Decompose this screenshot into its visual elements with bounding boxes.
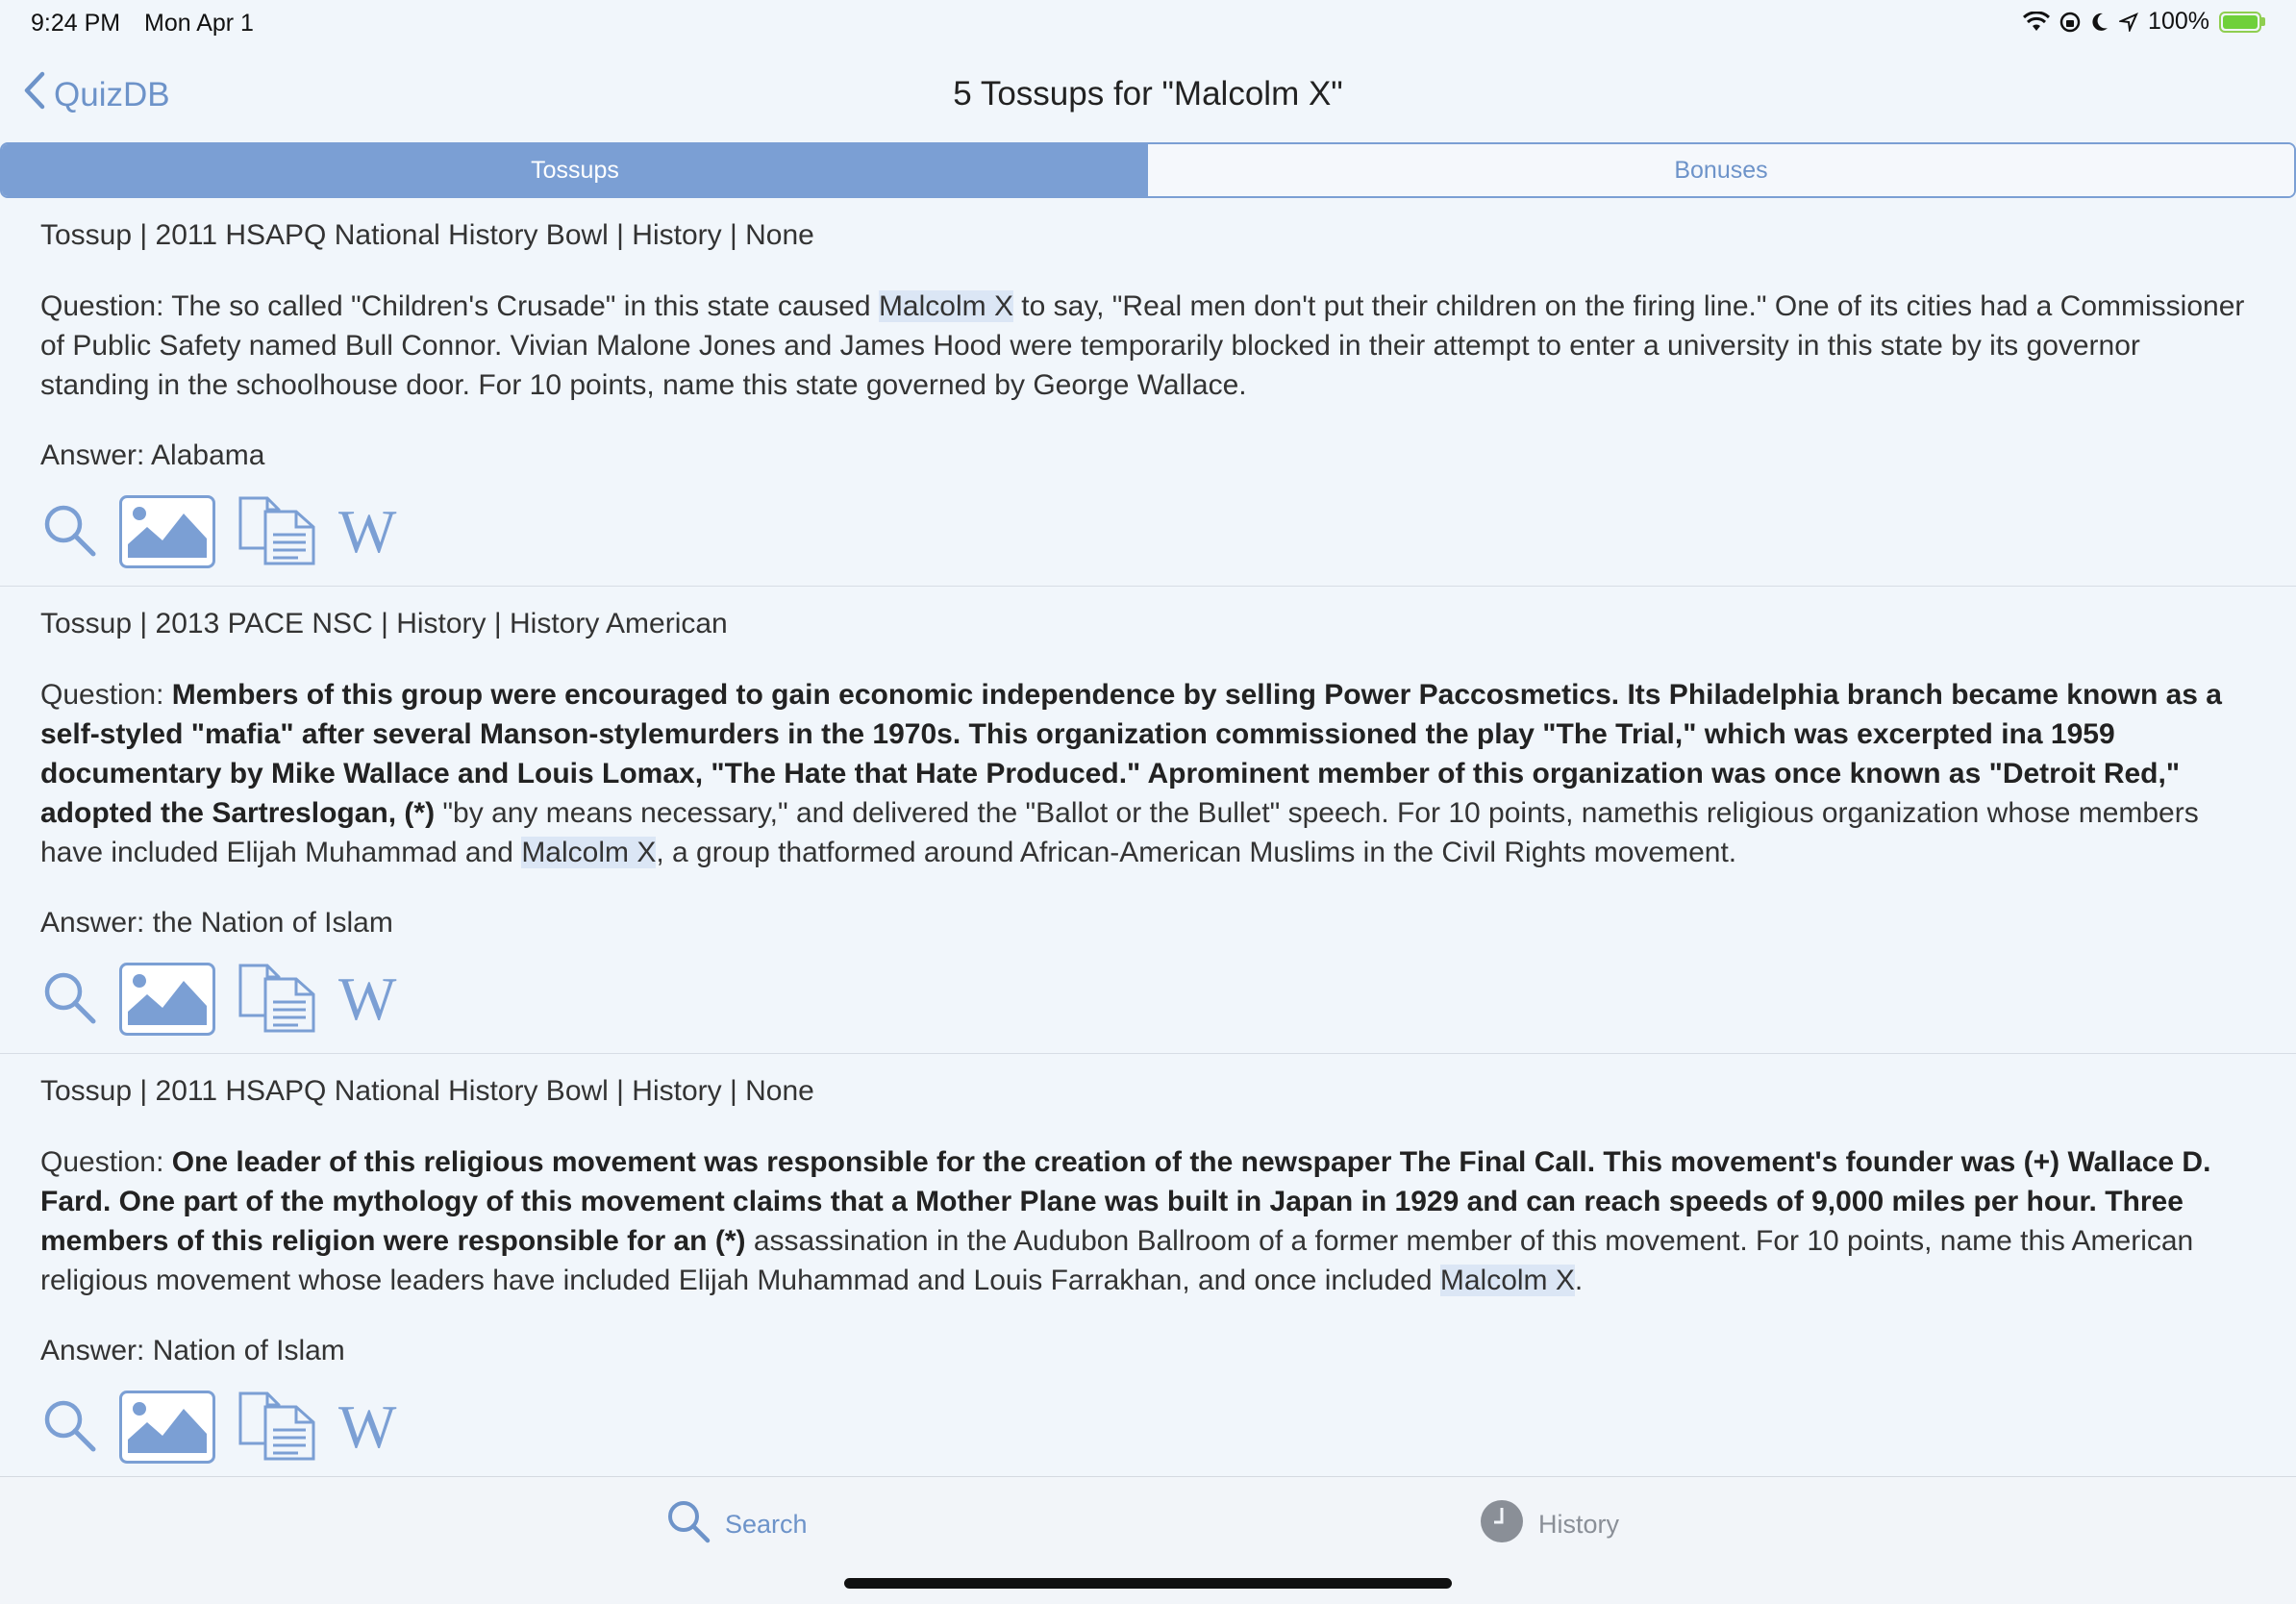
item-answer: Answer: the Nation of Islam	[40, 907, 393, 939]
clock-icon	[1479, 1498, 1525, 1551]
tab-history[interactable]: History	[1479, 1498, 1619, 1551]
battery-percent: 100%	[2148, 8, 2209, 35]
image-search-button[interactable]	[119, 1391, 215, 1464]
image-search-button[interactable]	[119, 963, 215, 1036]
question-label: Question:	[40, 1146, 172, 1178]
search-action-button[interactable]	[40, 1396, 98, 1459]
moon-icon	[2090, 12, 2109, 33]
list-item: Tossup | 2013 PACE NSC | History | Histo…	[0, 587, 2296, 1054]
list-item: Tossup | 2011 HSAPQ National History Bow…	[0, 198, 2296, 587]
segmented-control: Tossups Bonuses	[0, 142, 2296, 198]
tab-bar: Search History	[0, 1476, 2296, 1604]
page-title: 5 Tossups for "Malcolm X"	[953, 75, 1343, 113]
search-highlight: Malcolm X	[1439, 1265, 1575, 1296]
tab-search[interactable]: Search	[665, 1498, 808, 1551]
documents-icon	[237, 494, 317, 570]
status-date: Mon Apr 1	[144, 10, 254, 37]
list-item: Tossup | 2011 HSAPQ National History Bow…	[0, 1054, 2296, 1477]
copy-button[interactable]	[237, 494, 317, 570]
home-indicator[interactable]	[844, 1578, 1452, 1589]
wikipedia-icon: W	[338, 965, 397, 1033]
tab-search-label: Search	[725, 1510, 808, 1539]
segment-tossups[interactable]: Tossups	[2, 144, 1148, 196]
copy-button[interactable]	[237, 1390, 317, 1466]
item-meta: Tossup | 2011 HSAPQ National History Bow…	[40, 219, 814, 251]
status-time: 9:24 PM	[31, 10, 121, 37]
status-indicators: 100%	[2023, 8, 2265, 36]
item-actions: W	[40, 1387, 2256, 1477]
tab-history-label: History	[1538, 1510, 1620, 1539]
wikipedia-icon: W	[338, 1392, 397, 1461]
image-icon	[126, 1395, 209, 1460]
search-highlight: Malcolm X	[878, 290, 1013, 322]
item-question: Question: Members of this group were enc…	[40, 675, 2256, 872]
wikipedia-icon: W	[338, 497, 397, 565]
search-action-button[interactable]	[40, 968, 98, 1031]
image-icon	[126, 500, 209, 564]
item-question: Question: One leader of this religious m…	[40, 1142, 2256, 1300]
magnifier-icon	[40, 1396, 98, 1459]
orientation-lock-icon	[2059, 12, 2081, 33]
wikipedia-button[interactable]: W	[338, 1396, 396, 1458]
question-label: Question:	[40, 290, 172, 322]
results-list[interactable]: Tossup | 2011 HSAPQ National History Bow…	[0, 198, 2296, 1477]
wifi-icon	[2023, 11, 2051, 33]
documents-icon	[237, 962, 317, 1038]
copy-button[interactable]	[237, 962, 317, 1038]
item-answer: Answer: Alabama	[40, 439, 265, 471]
question-text: The so called "Children's Crusade" in th…	[171, 290, 879, 322]
image-search-button[interactable]	[119, 495, 215, 568]
battery-icon	[2219, 11, 2265, 33]
navigation-bar: QuizDB 5 Tossups for "Malcolm X"	[0, 58, 2296, 135]
item-actions: W	[40, 959, 2256, 1053]
magnifier-icon	[40, 501, 98, 564]
documents-icon	[237, 1390, 317, 1466]
item-answer: Answer: Nation of Islam	[40, 1335, 345, 1366]
status-bar: 9:24 PM Mon Apr 1 100%	[0, 0, 2296, 46]
magnifier-icon	[40, 968, 98, 1031]
wikipedia-button[interactable]: W	[338, 968, 396, 1030]
image-icon	[126, 967, 209, 1032]
item-meta: Tossup | 2013 PACE NSC | History | Histo…	[40, 608, 728, 639]
question-text-end: .	[1574, 1265, 1584, 1296]
item-meta: Tossup | 2011 HSAPQ National History Bow…	[40, 1075, 814, 1107]
question-label: Question:	[40, 679, 172, 711]
item-question: Question: The so called "Children's Crus…	[40, 287, 2256, 405]
search-action-button[interactable]	[40, 501, 98, 564]
question-text-end: , a group thatformed around African-Amer…	[656, 837, 1737, 868]
search-highlight: Malcolm X	[521, 837, 657, 868]
location-icon	[2119, 12, 2138, 32]
wikipedia-button[interactable]: W	[338, 501, 396, 563]
segment-bonuses[interactable]: Bonuses	[1148, 144, 2294, 196]
item-actions: W	[40, 491, 2256, 586]
search-icon	[665, 1498, 711, 1551]
